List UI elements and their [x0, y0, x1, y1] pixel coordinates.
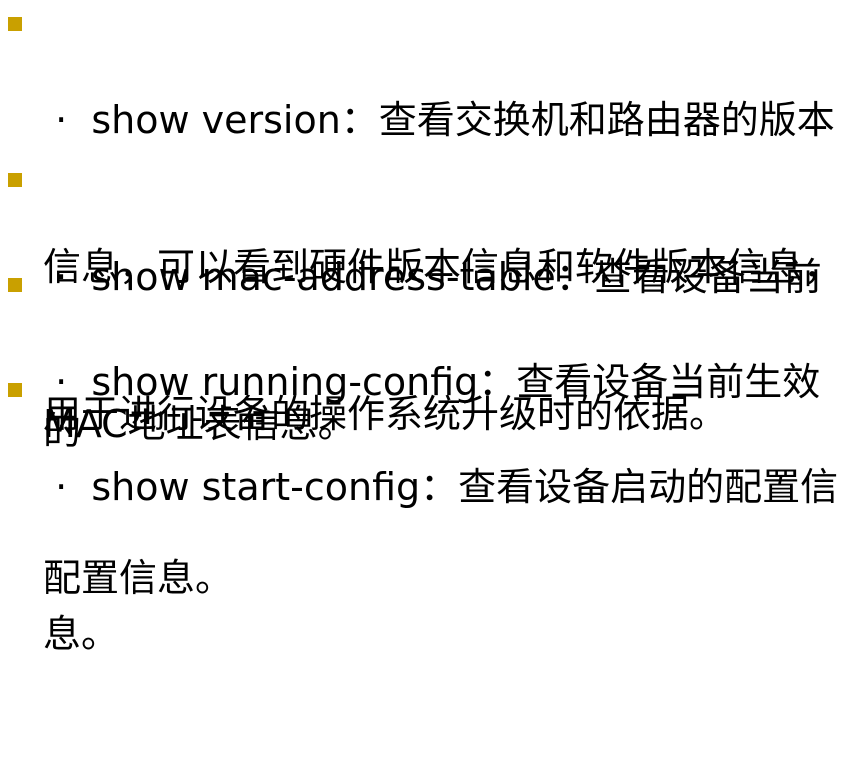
square-bullet-icon — [8, 173, 22, 187]
square-bullet-icon — [8, 383, 22, 397]
text-line: · show start-config：查看设备启动的配置信 — [43, 465, 839, 509]
square-bullet-icon — [8, 278, 22, 292]
text-line: 息。 — [43, 612, 120, 656]
text-line: · show version：查看交换机和路由器的版本 — [43, 98, 835, 142]
list-item-text: · show start-config：查看设备启动的配置信 息。 — [43, 365, 853, 757]
square-bullet-icon — [8, 17, 22, 31]
bullet-list: · show version：查看交换机和路由器的版本 信息，可以看到硬件版本信… — [0, 0, 859, 656]
